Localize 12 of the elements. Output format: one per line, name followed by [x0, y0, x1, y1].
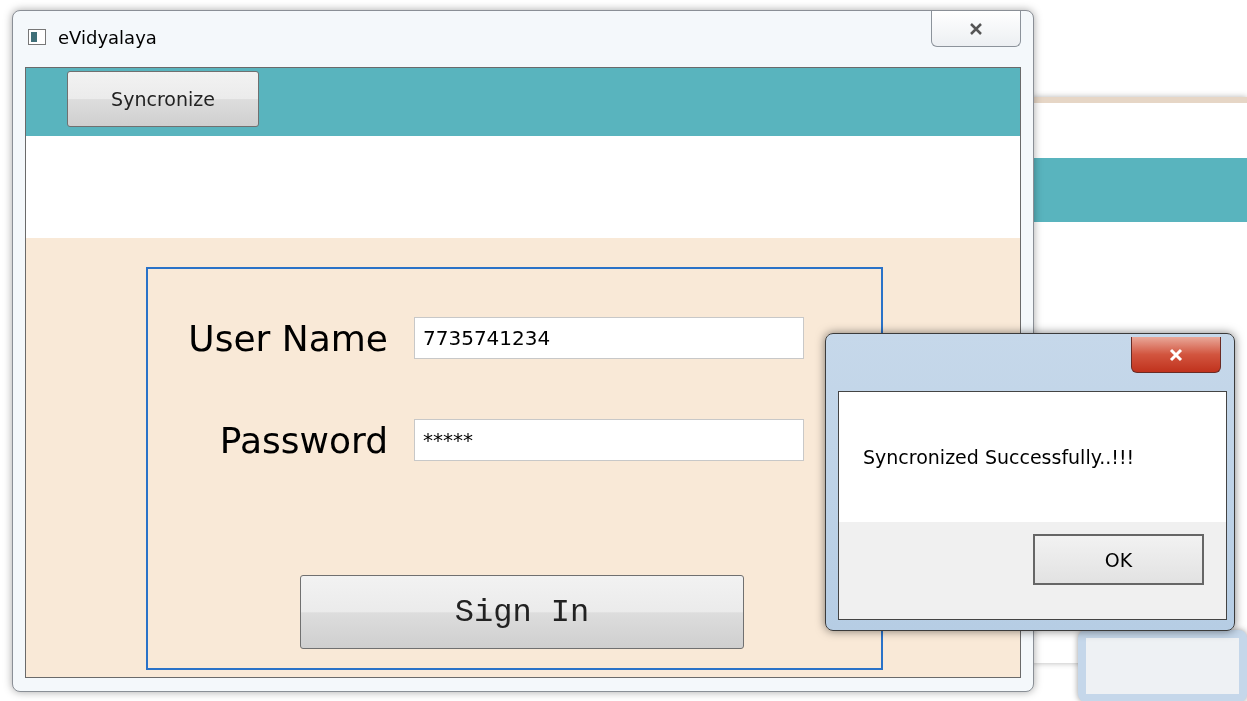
sign-in-button[interactable]: Sign In [300, 575, 744, 649]
close-button[interactable] [1131, 337, 1221, 373]
dialog-message: Syncronized Successfully..!!! [863, 446, 1135, 468]
input-field[interactable]: 7735741234 [414, 317, 804, 359]
sync-button[interactable]: Syncronize [67, 71, 259, 127]
window-title: eVidyalaya [58, 26, 157, 48]
field-label: Password [218, 419, 388, 461]
close-button[interactable] [931, 11, 1021, 47]
ok-button[interactable]: OK [1033, 534, 1204, 585]
field-label: User Name [187, 317, 388, 359]
app-icon [28, 29, 46, 45]
input-field[interactable]: ***** [414, 419, 804, 461]
